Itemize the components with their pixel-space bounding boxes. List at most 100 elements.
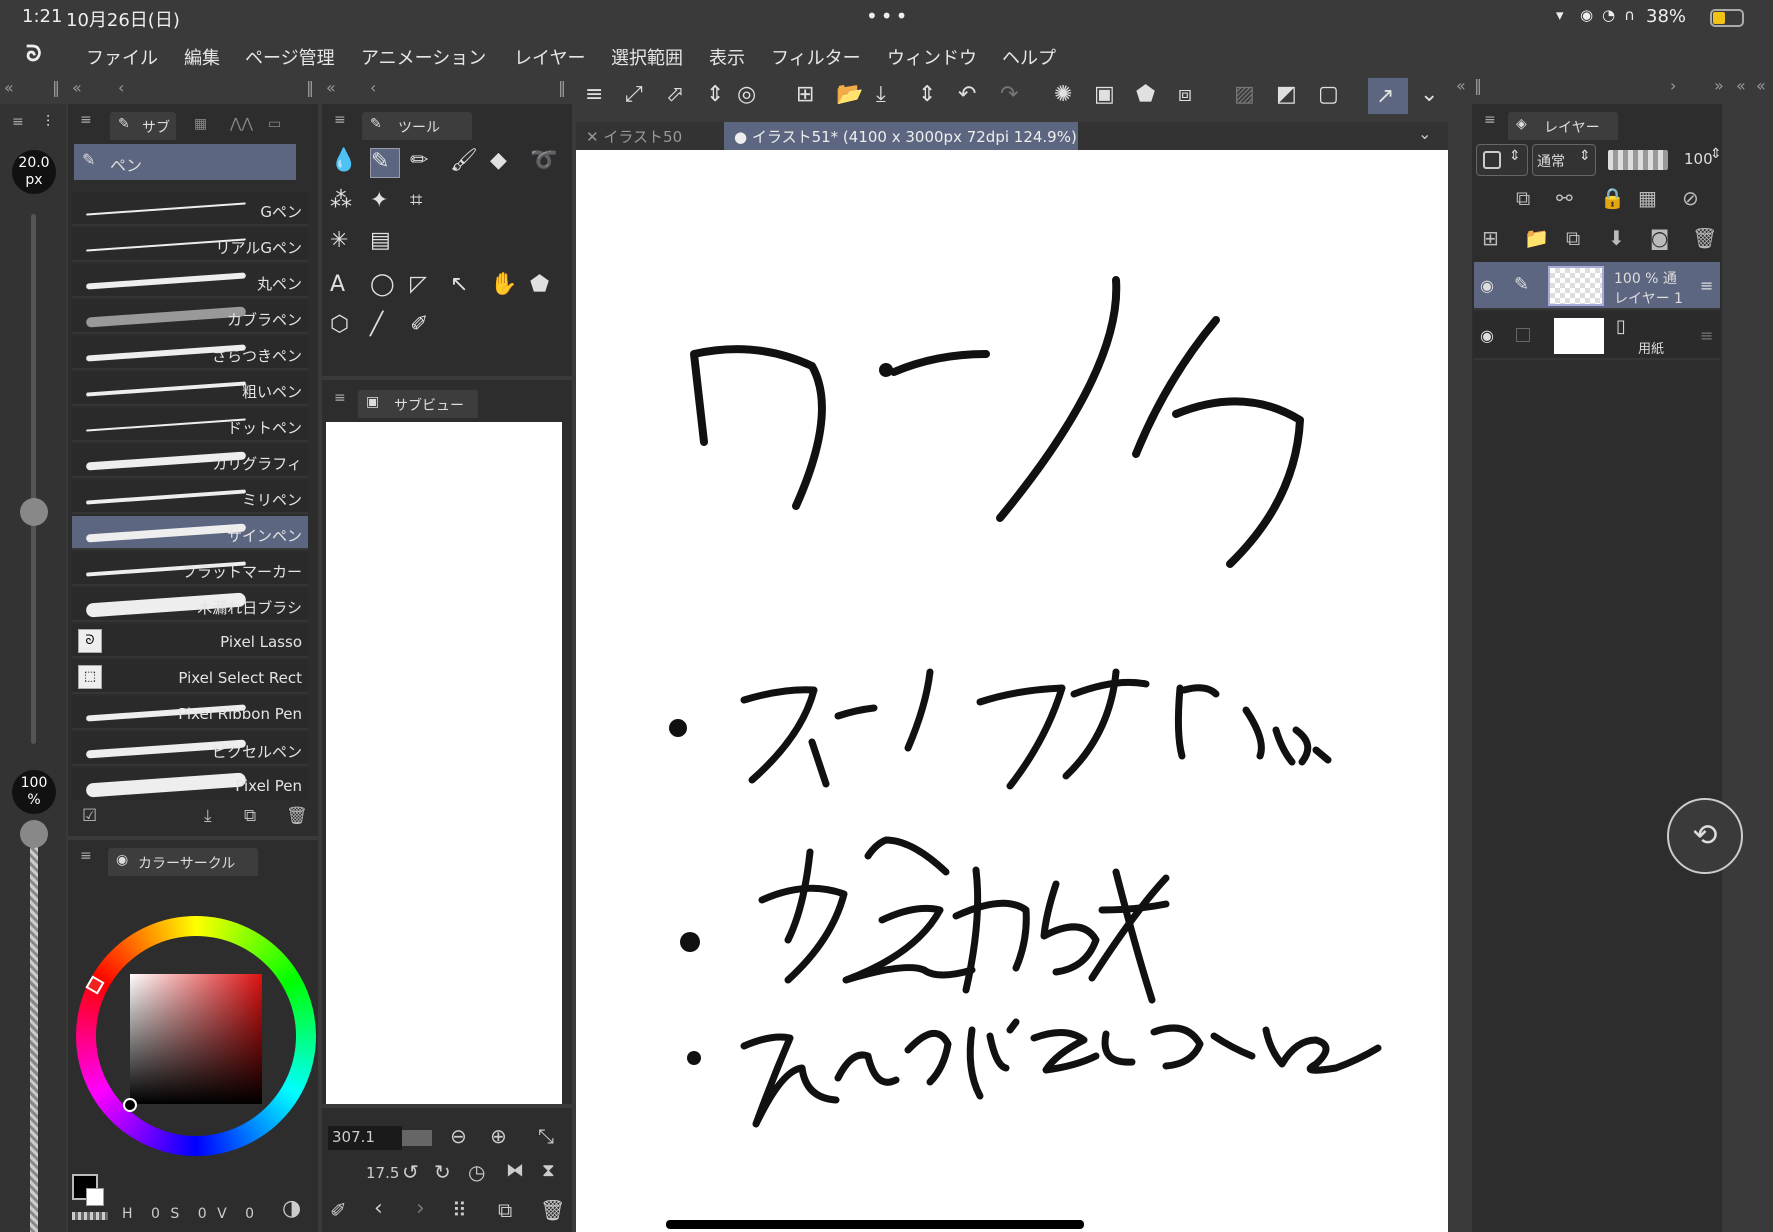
- tab-tools[interactable]: ✎ ツール: [362, 112, 472, 140]
- brush-item[interactable]: ざらつきペン: [72, 336, 308, 370]
- chevron-left-icon[interactable]: ‹: [370, 78, 376, 97]
- pencil-tool-icon[interactable]: ✏: [410, 148, 440, 178]
- rotate-right-icon[interactable]: ↻: [434, 1160, 451, 1184]
- transform-icon[interactable]: ⬀: [666, 82, 696, 112]
- 3d-object-icon[interactable]: ⬡: [330, 312, 360, 342]
- hamburger-icon[interactable]: ≡: [12, 114, 24, 130]
- chevron-updown-icon[interactable]: ⇕: [1710, 146, 1722, 162]
- deselect-icon[interactable]: ▨: [1234, 82, 1264, 112]
- opacity-slider-track[interactable]: [30, 834, 38, 1232]
- new-folder-icon[interactable]: 📁: [1524, 226, 1554, 256]
- brush-item[interactable]: ドットペン: [72, 408, 308, 442]
- collapse-left-icon[interactable]: «: [326, 78, 336, 97]
- tab-icon-decoration[interactable]: ⋀⋀: [230, 116, 253, 132]
- text-tool-icon[interactable]: A: [330, 272, 360, 302]
- brush-settings-icon[interactable]: ◎: [737, 82, 767, 112]
- brush-item[interactable]: リアルGペン: [72, 228, 308, 262]
- snap-icon[interactable]: ↗: [1368, 78, 1408, 114]
- zoom-in-icon[interactable]: ⊕: [490, 1124, 507, 1148]
- menu-window[interactable]: ウィンドウ: [887, 44, 977, 70]
- brush-item[interactable]: 粗いペン: [72, 372, 308, 406]
- updown-icon[interactable]: ⇕: [706, 82, 736, 112]
- collapse-left-icon[interactable]: «: [72, 78, 82, 97]
- brush-item[interactable]: ᘐ Pixel Lasso: [72, 624, 308, 658]
- fit-view-icon[interactable]: ⤡: [538, 1124, 554, 1148]
- mask-toggle-icon[interactable]: ⊘: [1682, 186, 1712, 216]
- fill-icon[interactable]: ⬟: [1136, 82, 1166, 112]
- invert-selection-icon[interactable]: ◩: [1276, 82, 1306, 112]
- brush-item[interactable]: ⬚ Pixel Select Rect: [72, 660, 308, 694]
- collapse-left-icon[interactable]: «: [1736, 76, 1746, 95]
- brush-item[interactable]: ミリペン: [72, 480, 308, 514]
- brush-size-badge[interactable]: 20.0 px: [12, 150, 56, 194]
- menu-edit[interactable]: 編集: [184, 44, 220, 70]
- chevron-down-icon[interactable]: ⌄: [1420, 82, 1450, 112]
- fill-bucket-icon[interactable]: ⬟: [530, 272, 560, 302]
- brush-item[interactable]: カブラペン: [72, 300, 308, 334]
- clip-layer-icon[interactable]: ⧉: [1516, 186, 1546, 216]
- blend-mode-select[interactable]: 通常 ⇕: [1532, 144, 1596, 176]
- tab-layers[interactable]: ◈ レイヤー: [1508, 112, 1618, 140]
- layer-mask-icon[interactable]: ◙: [1650, 226, 1680, 256]
- multitask-dots-icon[interactable]: •••: [866, 4, 910, 28]
- grid-icon[interactable]: ⠿: [452, 1198, 467, 1222]
- new-file-icon[interactable]: ⊞: [796, 82, 826, 112]
- brush-item[interactable]: 丸ペン: [72, 264, 308, 298]
- tab-illust51[interactable]: ● イラスト51* (4100 x 3000px 72dpi 124.9%): [724, 122, 1078, 150]
- airbrush-icon[interactable]: ⁂: [330, 188, 360, 218]
- select-arrow-icon[interactable]: ↖: [450, 272, 480, 302]
- new-raster-layer-icon[interactable]: ⊞: [1482, 226, 1512, 256]
- resize-handle-icon[interactable]: ‖: [1474, 76, 1482, 95]
- undo-icon[interactable]: ↶: [958, 82, 988, 112]
- tab-icon-airbrush[interactable]: ▦: [194, 116, 207, 132]
- crop-icon[interactable]: ⧈: [1178, 82, 1208, 112]
- chevron-right-icon[interactable]: ›: [416, 1196, 425, 1221]
- tab-subtool[interactable]: ✎ サブ: [110, 112, 176, 140]
- grid-tool-icon[interactable]: ⌗: [410, 188, 440, 218]
- resize-handle-icon[interactable]: ‖: [52, 78, 60, 97]
- selection-border-icon[interactable]: ▢: [1318, 82, 1348, 112]
- visibility-eye-icon[interactable]: ◉: [1480, 276, 1494, 295]
- merge-down-icon[interactable]: ⬇: [1608, 226, 1638, 256]
- zoom-slider[interactable]: [402, 1130, 432, 1146]
- slider-settings-icon[interactable]: ⫶: [46, 112, 50, 132]
- menu-file[interactable]: ファイル: [86, 44, 158, 70]
- layer-edit-pen-icon[interactable]: ✎: [1514, 274, 1529, 295]
- color-marker[interactable]: [123, 1098, 137, 1112]
- collapse-left-icon[interactable]: «: [1756, 76, 1766, 95]
- subview-area[interactable]: [326, 422, 562, 1104]
- layer-row-paper[interactable]: ◉ ▯ 用紙 ≡: [1474, 312, 1720, 360]
- tab-color-circle[interactable]: ◉ カラーサークル: [108, 848, 258, 876]
- resize-handle-icon[interactable]: ‖: [558, 78, 566, 97]
- import-icon[interactable]: ⤓: [204, 806, 212, 826]
- flip-vertical-icon[interactable]: ⧗: [542, 1160, 555, 1181]
- reference-layer-icon[interactable]: ⚯: [1556, 186, 1586, 216]
- zoom-out-icon[interactable]: ⊖: [450, 1124, 467, 1148]
- tab-subview[interactable]: ▣ サブビュー: [358, 390, 478, 418]
- eyedropper-icon[interactable]: ✐: [330, 1198, 347, 1222]
- zoom-input[interactable]: 307.1: [328, 1126, 402, 1150]
- hand-icon[interactable]: ✋: [490, 272, 520, 302]
- menu-page[interactable]: ページ管理: [245, 44, 335, 70]
- lock-transparent-icon[interactable]: ▦: [1638, 186, 1668, 216]
- brush-item[interactable]: Pixel Pen: [72, 768, 308, 802]
- updown-icon[interactable]: ⇕: [918, 82, 948, 112]
- brush-item[interactable]: サインペン: [72, 516, 308, 550]
- chevron-right-icon[interactable]: ›: [1670, 76, 1676, 95]
- brush-item[interactable]: 木漏れ日ブラシ: [72, 588, 308, 622]
- tab-icon-fill[interactable]: ▭: [268, 116, 281, 132]
- balloon-icon[interactable]: ◯: [370, 272, 400, 302]
- close-tab-icon[interactable]: ✕: [586, 128, 599, 146]
- sub-color-swatch[interactable]: [86, 1188, 104, 1206]
- menu-layer[interactable]: レイヤー: [514, 44, 585, 70]
- collapse-left-icon[interactable]: «: [1456, 76, 1466, 95]
- visibility-eye-icon[interactable]: ◉: [1480, 326, 1494, 345]
- layer-opacity-slider[interactable]: [1608, 150, 1668, 170]
- chevron-left-icon[interactable]: ‹: [374, 1196, 383, 1221]
- hamburger-icon[interactable]: ≡: [1484, 112, 1496, 128]
- export-icon[interactable]: ⧉: [498, 1198, 512, 1222]
- frame-icon[interactable]: ◸: [410, 272, 440, 302]
- flip-horizontal-icon[interactable]: ⧓: [506, 1160, 524, 1181]
- hamburger-icon[interactable]: ≡: [334, 390, 346, 406]
- menu-icon[interactable]: ≡: [585, 82, 615, 112]
